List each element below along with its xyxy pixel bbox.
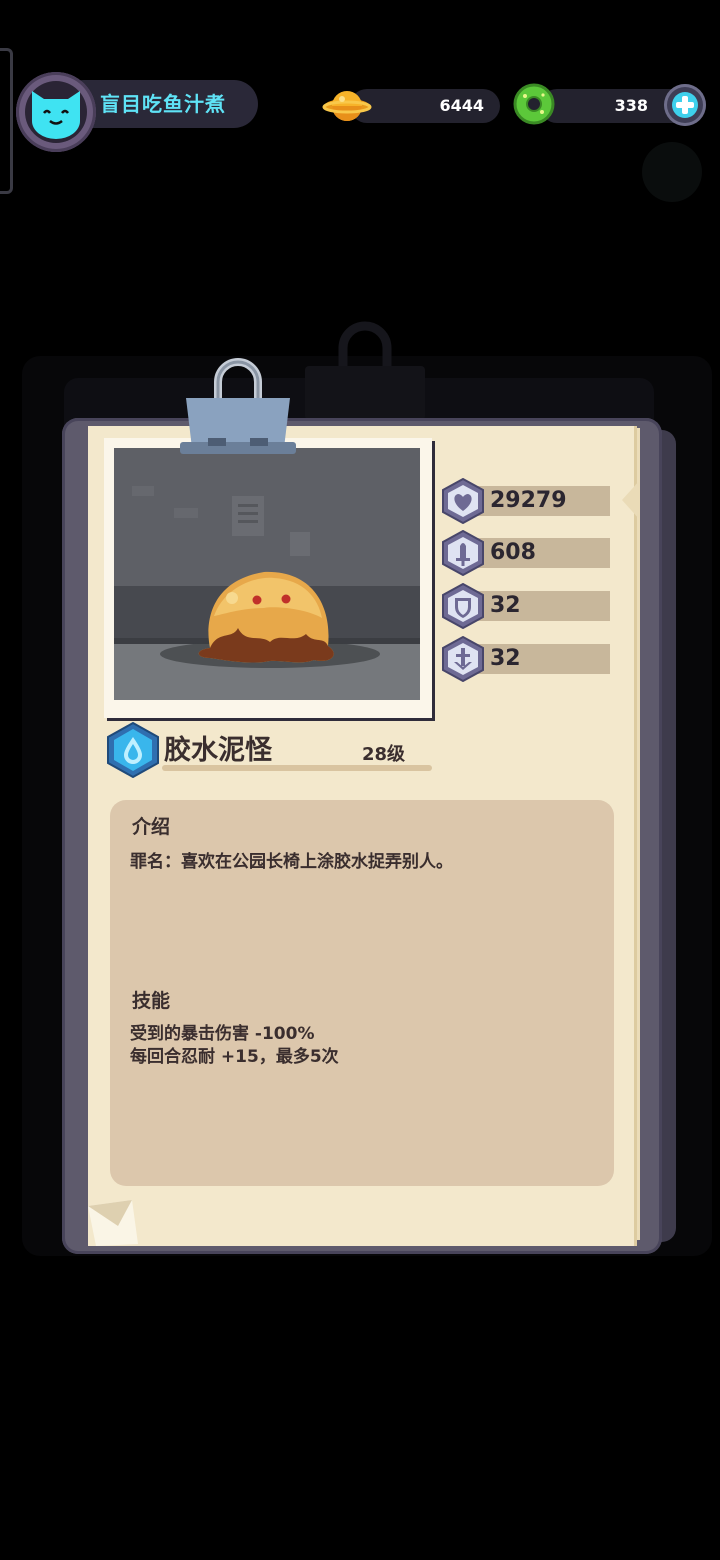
skills-title: 技能 — [132, 990, 171, 1012]
monster-name: 胶水泥怪 — [164, 735, 272, 766]
cat-face-icon — [32, 91, 80, 139]
avatar[interactable] — [16, 72, 96, 152]
glue-slime-monster-image — [114, 448, 420, 700]
stat-speed-value: 32 — [490, 646, 521, 671]
add-currency-button[interactable] — [664, 84, 706, 126]
stat-attack-value: 608 — [490, 540, 536, 565]
plus-icon — [672, 92, 698, 118]
side-drawer-edge[interactable] — [0, 48, 13, 194]
stat-speed-row: 32 — [440, 636, 612, 682]
coin-value: 6444 — [439, 96, 484, 115]
background-clip-icon — [305, 321, 425, 420]
monster-level: 28级 — [362, 744, 406, 765]
skills-text: 受到的暴击伤害 -100% 每回合忍耐 +15，最多5次 — [130, 1024, 339, 1067]
hidden-corner-button — [642, 142, 702, 202]
stat-hp-value: 29279 — [490, 488, 567, 513]
shield-icon — [442, 583, 484, 629]
heart-icon — [442, 478, 484, 524]
sword-icon — [442, 530, 484, 576]
stat-defense-value: 32 — [490, 593, 521, 618]
paper-curl-corner — [88, 1200, 138, 1246]
stat-attack-row: 608 — [440, 530, 612, 576]
speed-icon — [442, 636, 484, 682]
paper-side-tab — [622, 480, 640, 520]
water-drop-icon — [107, 722, 159, 778]
planet-coin-icon — [322, 91, 372, 121]
gem-value: 338 — [614, 96, 648, 115]
binder-clip-icon — [180, 358, 296, 454]
stat-defense-row: 32 — [440, 583, 612, 629]
player-name: 盲目吃鱼汁煮 — [100, 92, 226, 116]
intro-title: 介绍 — [132, 816, 171, 838]
green-donut-icon — [513, 83, 555, 125]
stat-hp-row: 29279 — [440, 478, 612, 524]
monster-photo — [114, 448, 420, 700]
intro-text: 罪名：喜欢在公园长椅上涂胶水捉弄别人。 — [130, 852, 453, 872]
